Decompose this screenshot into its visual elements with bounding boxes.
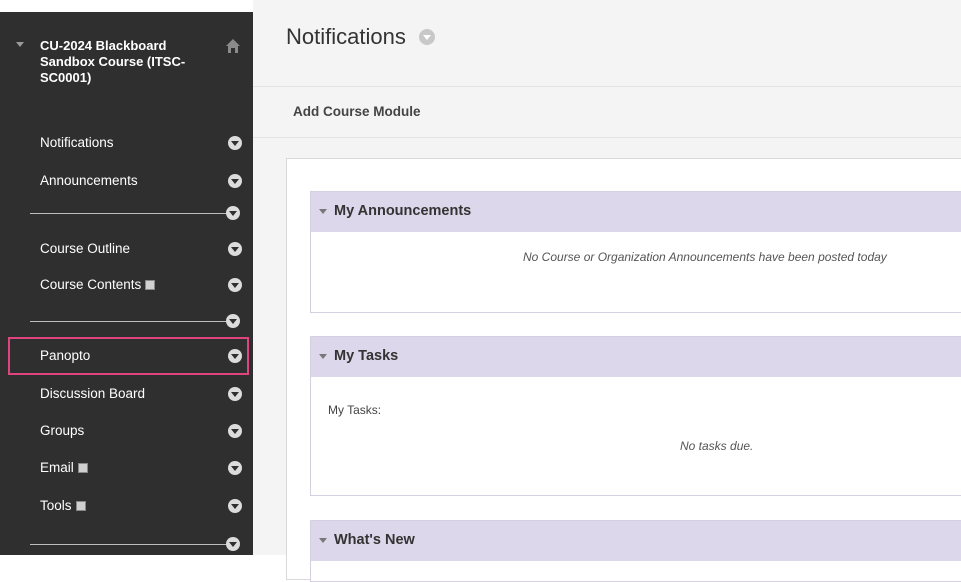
chevron-down-circle-icon[interactable] (226, 537, 240, 551)
chevron-down-circle-icon[interactable] (228, 499, 242, 513)
sidebar-item-tools[interactable]: Tools (10, 490, 248, 522)
collapse-caret-icon[interactable] (319, 538, 327, 543)
sidebar-item-discussion-board[interactable]: Discussion Board (10, 378, 248, 410)
menu-divider (30, 544, 238, 545)
course-title[interactable]: CU-2024 Blackboard Sandbox Course (ITSC-… (40, 38, 220, 86)
sidebar-item-notifications[interactable]: Notifications (10, 127, 248, 159)
tool-link-icon (75, 500, 86, 511)
sidebar-item-course-contents[interactable]: Course Contents (10, 269, 248, 301)
menu-divider (30, 321, 238, 322)
sidebar-item-label-wrap[interactable]: Email (40, 460, 88, 475)
course-menu-sidebar: CU-2024 Blackboard Sandbox Course (ITSC-… (0, 0, 253, 555)
sidebar-item-course-outline[interactable]: Course Outline (10, 233, 248, 265)
page-title: Notifications (286, 24, 406, 49)
chevron-down-circle-icon[interactable] (228, 174, 242, 188)
chevron-down-circle-icon[interactable] (228, 136, 242, 150)
sidebar-item-groups[interactable]: Groups (10, 415, 248, 447)
sidebar-item-label[interactable]: Groups (40, 423, 84, 438)
collapse-caret-icon[interactable] (319, 209, 327, 214)
chevron-down-circle-icon[interactable] (228, 461, 242, 475)
sidebar-item-label[interactable]: Course Outline (40, 241, 130, 256)
home-icon[interactable] (225, 38, 241, 54)
menu-divider (30, 213, 238, 214)
module-title[interactable]: What's New (334, 532, 415, 548)
sidebar-item-label[interactable]: Notifications (40, 135, 114, 150)
action-bar: Add Course Module (253, 87, 961, 138)
chevron-down-circle-icon[interactable] (419, 29, 435, 45)
sidebar-item-label[interactable]: Email (40, 460, 74, 475)
empty-announcements-message: No Course or Organization Announcements … (523, 250, 887, 264)
panopto-highlight-box (8, 337, 249, 375)
sidebar-item-announcements[interactable]: Announcements (10, 165, 248, 197)
course-header[interactable]: CU-2024 Blackboard Sandbox Course (ITSC-… (0, 38, 253, 98)
module-title[interactable]: My Announcements (334, 203, 471, 219)
chevron-down-circle-icon[interactable] (226, 206, 240, 220)
sidebar-item-label[interactable]: Tools (40, 498, 72, 513)
page-header: Notifications (253, 12, 961, 87)
module-title[interactable]: My Tasks (334, 348, 398, 364)
chevron-down-circle-icon[interactable] (226, 314, 240, 328)
content-area-icon (145, 279, 156, 290)
tasks-label: My Tasks: (328, 403, 382, 417)
sidebar-item-label[interactable]: Discussion Board (40, 386, 145, 401)
chevron-down-circle-icon[interactable] (228, 424, 242, 438)
sidebar-item-label[interactable]: Course Contents (40, 277, 141, 292)
sidebar-item-label-wrap[interactable]: Tools (40, 498, 86, 513)
collapse-caret-icon[interactable] (16, 42, 24, 47)
sidebar-item-email[interactable]: Email (10, 452, 248, 484)
sidebar-top-gap (0, 0, 253, 12)
module-my-tasks: My Tasks My Tasks: No tasks due. (310, 336, 961, 496)
collapse-caret-icon[interactable] (319, 354, 327, 359)
module-whats-new: What's New (310, 520, 961, 582)
module-header[interactable]: My Tasks (311, 337, 961, 377)
empty-tasks-message: No tasks due. (680, 439, 754, 453)
module-header[interactable]: My Announcements (311, 192, 961, 232)
chevron-down-circle-icon[interactable] (228, 387, 242, 401)
module-my-announcements: My Announcements No Course or Organizati… (310, 191, 961, 313)
chevron-down-circle-icon[interactable] (228, 242, 242, 256)
chevron-down-circle-icon[interactable] (228, 278, 242, 292)
tool-link-icon (77, 462, 88, 473)
sidebar-item-label[interactable]: Announcements (40, 173, 138, 188)
sidebar-item-label-wrap[interactable]: Course Contents (40, 277, 156, 292)
add-course-module-button[interactable]: Add Course Module (293, 104, 421, 119)
module-header[interactable]: What's New (311, 521, 961, 561)
